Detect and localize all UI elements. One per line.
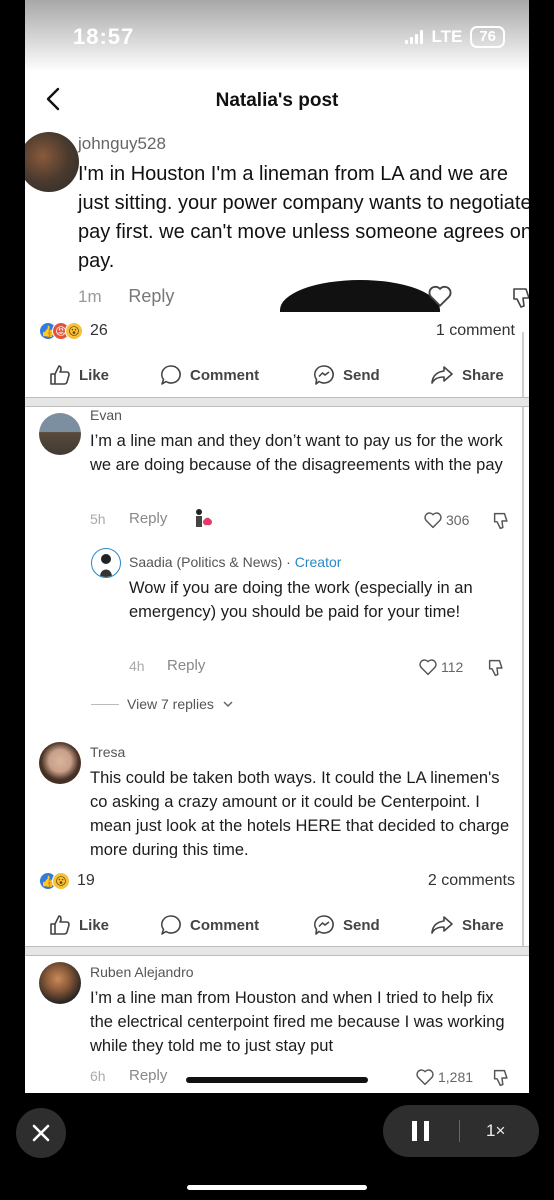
like-button[interactable]: Like <box>49 914 109 936</box>
surprised-reaction-icon: 😮 <box>65 322 83 340</box>
avatar[interactable] <box>91 548 121 578</box>
view-replies-link[interactable]: View 7 replies <box>91 696 234 712</box>
send-label: Send <box>343 916 380 934</box>
comment-author[interactable]: Saadia (Politics & News) · Creator <box>129 554 341 570</box>
page-header: Natalia's post <box>25 72 529 128</box>
reply-button[interactable]: Reply <box>129 1067 167 1084</box>
comment-time: 1m <box>78 287 102 306</box>
close-icon <box>32 1124 50 1142</box>
comment-meta: 1m Reply <box>78 286 174 307</box>
reaction-count: 19 <box>77 872 95 889</box>
like-label: Like <box>79 916 110 934</box>
scrollbar[interactable] <box>522 332 524 952</box>
heart-icon[interactable] <box>427 284 453 308</box>
comment-username[interactable]: johnguy528 <box>78 134 166 154</box>
send-button[interactable]: Send <box>313 364 380 386</box>
comment-text: I’m a line man and they don’t want to pa… <box>90 432 503 474</box>
thumbs-up-icon <box>50 915 70 935</box>
comment-label: Comment <box>190 916 260 934</box>
reply-button[interactable]: Reply <box>167 657 205 674</box>
share-icon <box>431 366 453 384</box>
action-bar: Like Comment Send Share <box>25 906 529 946</box>
comment-likes[interactable]: 306 <box>423 511 469 529</box>
home-indicator[interactable] <box>187 1185 367 1190</box>
comment-text: Wow if you are doing the work (especiall… <box>129 579 473 621</box>
reply-button[interactable]: Reply <box>129 510 167 527</box>
avatar[interactable] <box>39 742 81 784</box>
playback-controls: 1× <box>383 1105 539 1157</box>
share-label: Share <box>462 366 504 384</box>
send-label: Send <box>343 366 380 384</box>
comments-count[interactable]: 2 comments <box>428 872 515 890</box>
pause-icon[interactable] <box>412 1121 430 1141</box>
top-comment: johnguy528 I'm in Houston I'm a lineman … <box>25 130 529 340</box>
signal-icon <box>405 30 424 44</box>
embedded-post: 👍 😡 😮 26 1 comment Like Comment Send Sha… <box>25 312 529 1093</box>
comment-time: 5h <box>90 511 106 527</box>
reaction-count: 26 <box>90 322 108 339</box>
reaction-sticker-icon <box>191 507 213 529</box>
like-button[interactable]: Like <box>49 364 109 386</box>
share-label: Share <box>462 916 504 934</box>
action-bar: Like Comment Send Share <box>25 356 529 396</box>
share-icon <box>431 916 453 934</box>
comment-likes[interactable]: 1,281 <box>415 1068 473 1086</box>
network-label: LTE <box>431 27 463 46</box>
send-button[interactable]: Send <box>313 914 380 936</box>
comment-label: Comment <box>190 366 260 384</box>
thumbs-up-icon <box>50 365 70 385</box>
playback-speed-button[interactable]: 1× <box>486 1121 505 1141</box>
screen: 18:57 LTE 76 Natalia's post johnguy528 I… <box>25 0 529 1093</box>
comment-likes[interactable]: 112 <box>418 658 463 676</box>
avatar[interactable] <box>39 413 81 455</box>
comment-time: 6h <box>90 1068 106 1084</box>
heart-icon <box>419 659 437 676</box>
status-icons: LTE 76 <box>405 26 505 48</box>
comment-author[interactable]: Evan <box>90 407 122 423</box>
avatar[interactable] <box>39 962 81 1004</box>
heart-icon <box>424 512 442 529</box>
page-title: Natalia's post <box>215 90 339 111</box>
close-button[interactable] <box>16 1108 66 1158</box>
section-divider <box>25 946 529 956</box>
creator-badge: Creator <box>294 554 342 570</box>
share-button[interactable]: Share <box>430 364 504 386</box>
comment-author[interactable]: Ruben Alejandro <box>90 964 194 980</box>
surprised-reaction-icon: 😮 <box>52 872 70 890</box>
status-time: 18:57 <box>73 24 135 49</box>
avatar[interactable] <box>25 132 79 192</box>
likes-count: 306 <box>446 512 470 528</box>
comment-button[interactable]: Comment <box>160 914 259 936</box>
battery-icon: 76 <box>470 26 505 48</box>
comment-text: I'm in Houston I'm a lineman from LA and… <box>78 163 529 272</box>
comments-count[interactable]: 1 comment <box>436 322 515 340</box>
dislike-icon[interactable] <box>493 511 511 531</box>
heart-icon <box>416 1069 434 1086</box>
dislike-icon[interactable] <box>493 1068 511 1088</box>
likes-count: 112 <box>441 659 464 675</box>
comment-text: I’m a line man from Houston and when I t… <box>90 989 505 1055</box>
comment-tresa: Tresa This could be taken both ways. It … <box>25 740 529 858</box>
chevron-down-icon <box>223 701 233 708</box>
likes-count: 1,281 <box>438 1069 474 1085</box>
video-scrubber[interactable] <box>186 1077 368 1083</box>
comment-text: This could be taken both ways. It could … <box>90 769 510 858</box>
comment-author[interactable]: Tresa <box>90 744 125 760</box>
messenger-icon <box>314 915 334 935</box>
reactions-summary[interactable]: 👍 😮 19 <box>39 872 95 890</box>
comment-icon <box>161 365 181 385</box>
reply-button[interactable]: Reply <box>128 286 174 306</box>
comment-icon <box>161 915 181 935</box>
share-button[interactable]: Share <box>430 914 504 936</box>
section-divider <box>25 397 529 407</box>
like-label: Like <box>79 366 110 384</box>
comment-button[interactable]: Comment <box>160 364 259 386</box>
dislike-icon[interactable] <box>512 286 529 310</box>
messenger-icon <box>314 365 334 385</box>
status-bar: 18:57 LTE 76 <box>25 0 529 72</box>
dislike-icon[interactable] <box>488 658 506 678</box>
view-replies-label: View 7 replies <box>127 696 214 712</box>
reactions-summary[interactable]: 👍 😡 😮 26 <box>39 322 108 340</box>
comment-time: 4h <box>129 658 145 674</box>
